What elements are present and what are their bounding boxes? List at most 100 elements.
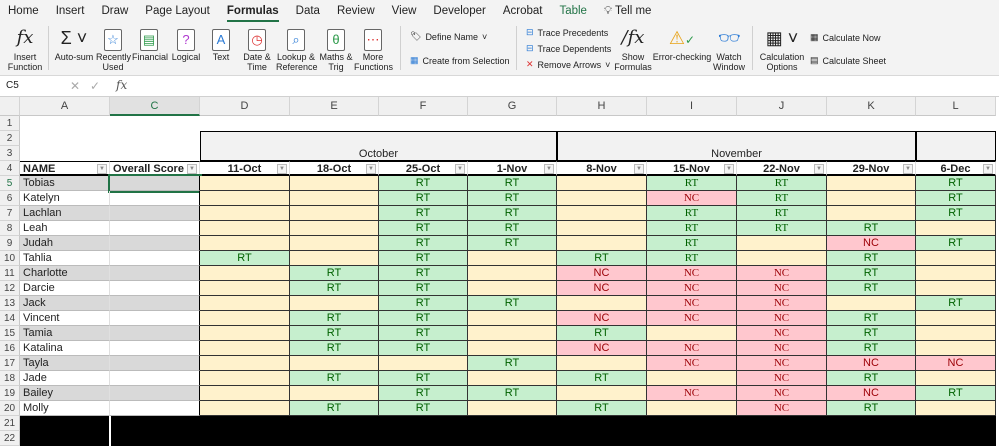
filter-dropdown-icon[interactable]: ▼: [455, 164, 465, 174]
attendance-cell[interactable]: NC: [647, 281, 737, 296]
attendance-cell[interactable]: [200, 371, 290, 386]
attendance-cell[interactable]: [468, 341, 557, 356]
attendance-cell[interactable]: NC: [557, 266, 647, 281]
filter-dropdown-icon[interactable]: ▼: [544, 164, 554, 174]
attendance-cell[interactable]: [290, 206, 379, 221]
student-name[interactable]: Bailey: [20, 386, 110, 401]
attendance-cell[interactable]: RT: [200, 251, 290, 266]
overall-score-cell[interactable]: [110, 236, 200, 251]
lookup-reference-button[interactable]: ⌕ Lookup & Reference: [276, 26, 318, 72]
tell-me[interactable]: 💡︎ Tell me: [604, 5, 651, 18]
attendance-cell[interactable]: [200, 281, 290, 296]
attendance-cell[interactable]: NC: [737, 296, 827, 311]
row-header-5[interactable]: 5: [0, 176, 20, 191]
attendance-cell[interactable]: NC: [737, 371, 827, 386]
attendance-cell[interactable]: RT: [737, 191, 827, 206]
student-name[interactable]: Darcie: [20, 281, 110, 296]
attendance-cell[interactable]: NC: [557, 341, 647, 356]
column-header-F[interactable]: F: [379, 97, 468, 116]
attendance-cell[interactable]: RT: [827, 266, 916, 281]
attendance-cell[interactable]: [200, 236, 290, 251]
attendance-cell[interactable]: RT: [468, 221, 557, 236]
attendance-cell[interactable]: RT: [379, 176, 468, 191]
attendance-cell[interactable]: RT: [827, 341, 916, 356]
attendance-cell[interactable]: [200, 176, 290, 191]
column-header-L[interactable]: L: [916, 97, 996, 116]
attendance-cell[interactable]: NC: [737, 356, 827, 371]
overall-score-cell[interactable]: [110, 386, 200, 401]
row-header-10[interactable]: 10: [0, 251, 20, 266]
row-header-20[interactable]: 20: [0, 401, 20, 416]
column-header-G[interactable]: G: [468, 97, 557, 116]
name-box[interactable]: C5: [2, 78, 60, 95]
attendance-cell[interactable]: NC: [737, 266, 827, 281]
define-name-button[interactable]: 🏷︎ Define Name ˅: [410, 31, 487, 42]
attendance-cell[interactable]: [916, 401, 996, 416]
attendance-cell[interactable]: NC: [737, 326, 827, 341]
attendance-cell[interactable]: [200, 296, 290, 311]
attendance-cell[interactable]: RT: [379, 371, 468, 386]
attendance-cell[interactable]: [916, 311, 996, 326]
student-name[interactable]: Charlotte: [20, 266, 110, 281]
attendance-cell[interactable]: RT: [557, 326, 647, 341]
attendance-cell[interactable]: [200, 266, 290, 281]
date-time-button[interactable]: ◷ Date & Time: [242, 26, 272, 72]
student-name[interactable]: Tayla: [20, 356, 110, 371]
row-header-1[interactable]: 1: [0, 116, 20, 131]
filter-dropdown-icon[interactable]: ▼: [277, 164, 287, 174]
overall-score-cell[interactable]: [110, 251, 200, 266]
row-header-4[interactable]: 4: [0, 161, 20, 176]
row-header-2[interactable]: 2: [0, 131, 20, 146]
attendance-cell[interactable]: RT: [647, 176, 737, 191]
attendance-cell[interactable]: [557, 386, 647, 401]
filter-dropdown-icon[interactable]: ▼: [634, 164, 644, 174]
attendance-cell[interactable]: RT: [290, 401, 379, 416]
attendance-cell[interactable]: RT: [379, 221, 468, 236]
column-header-K[interactable]: K: [827, 97, 916, 116]
attendance-cell[interactable]: NC: [737, 281, 827, 296]
calculate-now-button[interactable]: ▦ Calculate Now: [810, 32, 881, 43]
attendance-cell[interactable]: RT: [647, 206, 737, 221]
row-header-15[interactable]: 15: [0, 326, 20, 341]
attendance-cell[interactable]: RT: [827, 371, 916, 386]
attendance-cell[interactable]: RT: [290, 371, 379, 386]
overall-score-cell[interactable]: [110, 221, 200, 236]
row-header-7[interactable]: 7: [0, 206, 20, 221]
attendance-cell[interactable]: RT: [468, 176, 557, 191]
attendance-cell[interactable]: [827, 191, 916, 206]
attendance-cell[interactable]: RT: [557, 401, 647, 416]
attendance-cell[interactable]: NC: [827, 236, 916, 251]
student-name[interactable]: Tobias: [20, 176, 110, 191]
error-checking-button[interactable]: ⚠✓ Error-checking: [652, 26, 712, 62]
attendance-cell[interactable]: [468, 281, 557, 296]
column-header-C[interactable]: C: [110, 97, 200, 116]
attendance-cell[interactable]: [916, 341, 996, 356]
tab-insert[interactable]: Insert: [56, 5, 85, 17]
filter-dropdown-icon[interactable]: ▼: [814, 164, 824, 174]
attendance-cell[interactable]: [200, 356, 290, 371]
attendance-cell[interactable]: [290, 236, 379, 251]
attendance-cell[interactable]: RT: [827, 401, 916, 416]
student-name[interactable]: Molly: [20, 401, 110, 416]
attendance-cell[interactable]: [557, 191, 647, 206]
attendance-cell[interactable]: RT: [290, 341, 379, 356]
attendance-cell[interactable]: [737, 251, 827, 266]
row-header-13[interactable]: 13: [0, 296, 20, 311]
overall-score-cell[interactable]: [110, 326, 200, 341]
attendance-cell[interactable]: [468, 311, 557, 326]
column-header-H[interactable]: H: [557, 97, 647, 116]
tab-review[interactable]: Review: [337, 5, 375, 17]
attendance-cell[interactable]: RT: [647, 251, 737, 266]
fx-label[interactable]: fx: [116, 78, 127, 92]
overall-score-cell[interactable]: [110, 191, 200, 206]
attendance-cell[interactable]: RT: [468, 206, 557, 221]
column-header-A[interactable]: A: [20, 97, 110, 116]
attendance-cell[interactable]: RT: [379, 236, 468, 251]
student-name[interactable]: Tamia: [20, 326, 110, 341]
filter-dropdown-icon[interactable]: ▼: [983, 164, 993, 174]
attendance-cell[interactable]: RT: [379, 341, 468, 356]
attendance-cell[interactable]: RT: [827, 251, 916, 266]
filter-dropdown-icon[interactable]: ▼: [97, 164, 107, 174]
student-name[interactable]: Jade: [20, 371, 110, 386]
attendance-cell[interactable]: RT: [916, 191, 996, 206]
